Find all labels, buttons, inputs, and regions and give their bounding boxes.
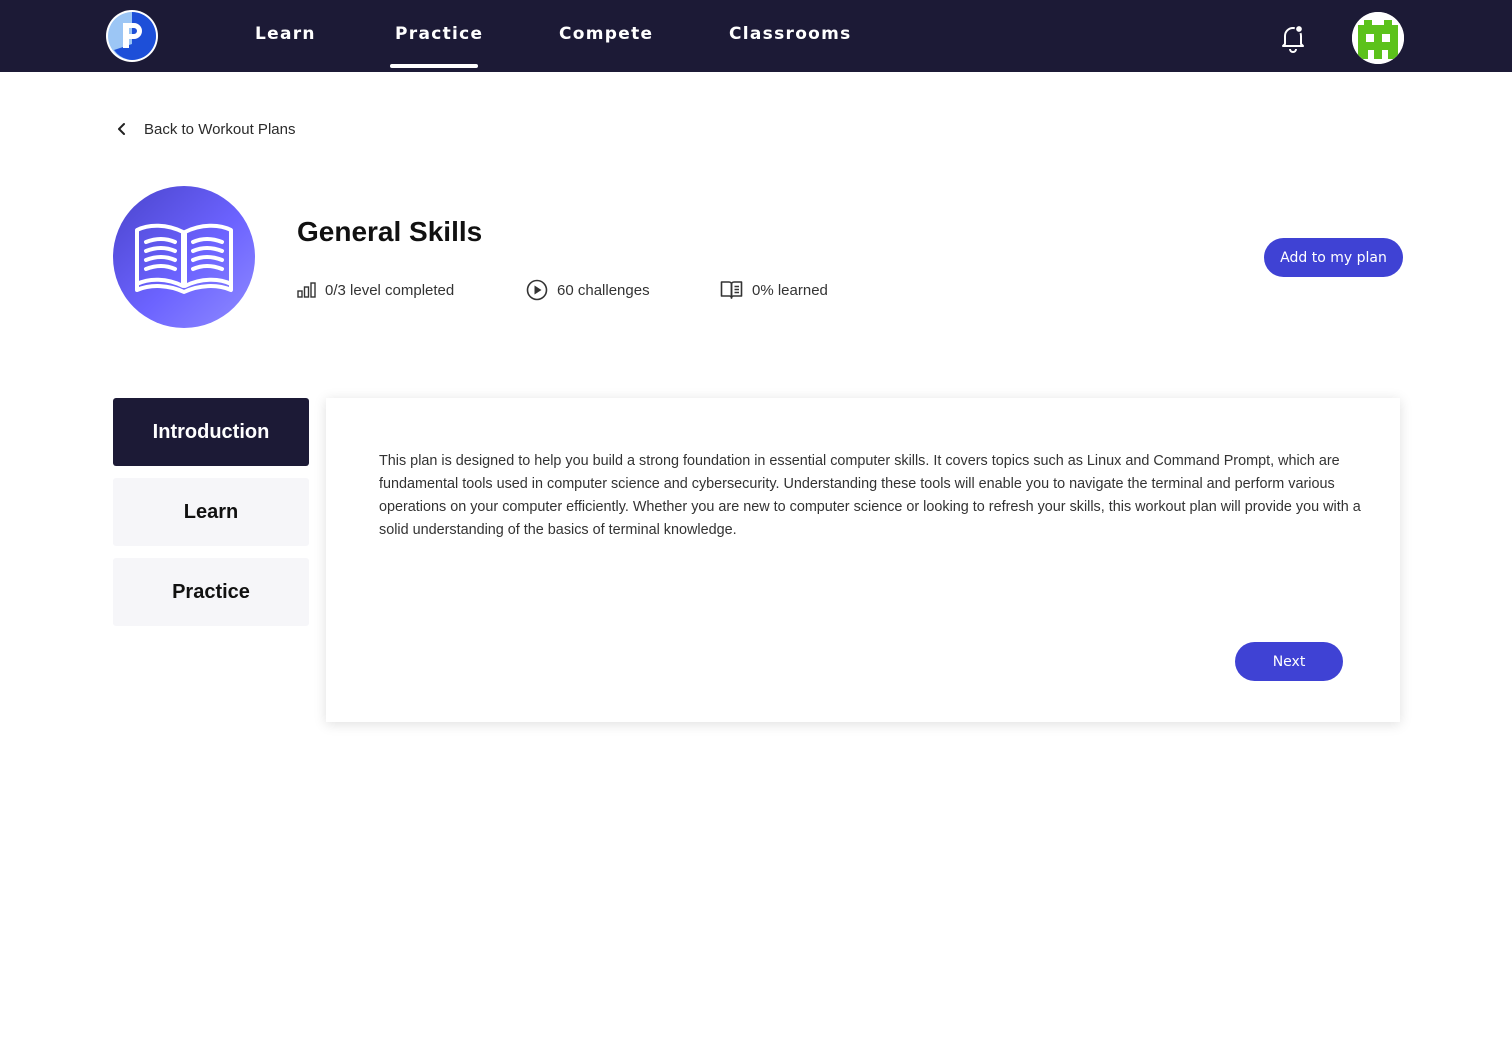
tab-practice[interactable]: Practice <box>113 558 309 626</box>
back-link[interactable]: Back to Workout Plans <box>116 116 295 142</box>
open-book-icon <box>113 186 255 328</box>
bar-chart-icon <box>297 282 316 298</box>
nav-classrooms[interactable]: Classrooms <box>729 24 852 50</box>
tab-learn[interactable]: Learn <box>113 478 309 546</box>
stat-challenges-label: 60 challenges <box>557 281 650 299</box>
add-to-plan-button[interactable]: Add to my plan <box>1264 238 1403 277</box>
top-navbar: Learn Practice Compete Classrooms <box>0 0 1512 72</box>
introduction-panel: This plan is designed to help you build … <box>326 398 1400 722</box>
avatar-icon[interactable] <box>1352 12 1404 64</box>
nav-active-indicator <box>390 64 478 68</box>
nav-learn[interactable]: Learn <box>255 24 316 50</box>
back-link-label: Back to Workout Plans <box>144 120 296 138</box>
next-button[interactable]: Next <box>1235 642 1343 681</box>
stat-challenges: 60 challenges <box>526 278 650 302</box>
stat-learned-label: 0% learned <box>752 281 828 299</box>
stat-levels: 0/3 level completed <box>297 278 454 302</box>
book-icon <box>720 280 743 300</box>
nav-compete[interactable]: Compete <box>559 24 653 50</box>
tab-introduction[interactable]: Introduction <box>113 398 309 466</box>
picoctf-logo-icon[interactable] <box>106 10 158 62</box>
chevron-left-icon <box>116 122 128 136</box>
plan-title: General Skills <box>297 216 483 247</box>
play-circle-icon <box>526 279 548 301</box>
stat-levels-label: 0/3 level completed <box>325 281 455 299</box>
introduction-text: This plan is designed to help you build … <box>379 453 1361 538</box>
stat-learned: 0% learned <box>720 278 828 302</box>
bell-icon[interactable] <box>1276 20 1310 54</box>
nav-practice[interactable]: Practice <box>395 24 483 50</box>
